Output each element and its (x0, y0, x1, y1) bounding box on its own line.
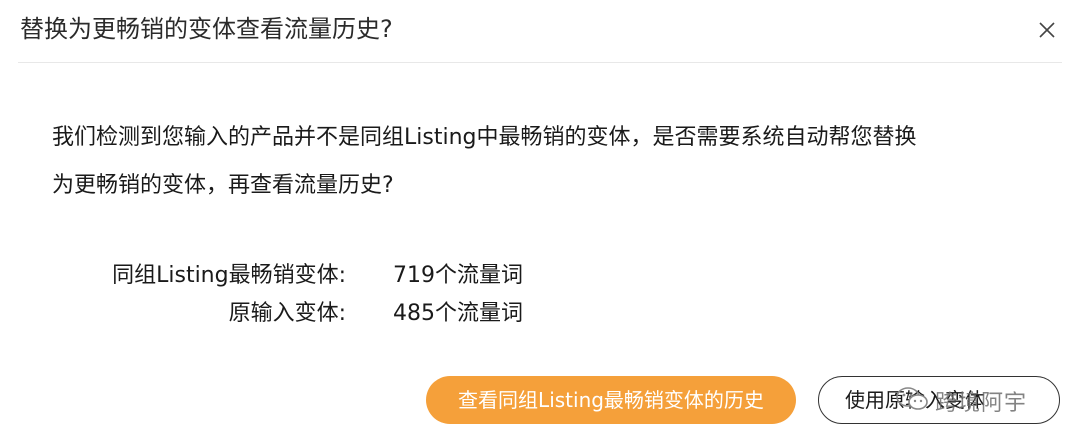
view-best-variant-history-button[interactable]: 查看同组Listing最畅销变体的历史 (426, 376, 796, 424)
message-line-2: 为更畅销的变体，再查看流量历史? (52, 173, 394, 198)
variant-stats: 同组Listing最畅销变体: 719个流量词 原输入变体: 485个流量词 (0, 257, 1080, 333)
stat-row-best-variant: 同组Listing最畅销变体: 719个流量词 (0, 257, 1080, 295)
stat-row-original-variant: 原输入变体: 485个流量词 (0, 295, 1080, 333)
close-icon[interactable] (1038, 21, 1056, 39)
use-original-variant-button[interactable]: 使用原输入变体 (818, 376, 1060, 424)
replace-variant-dialog: 替换为更畅销的变体查看流量历史? 我们检测到您输入的产品并不是同组Listing… (0, 0, 1080, 448)
dialog-title: 替换为更畅销的变体查看流量历史? (20, 15, 393, 43)
dialog-message: 我们检测到您输入的产品并不是同组Listing中最畅销的变体，是否需要系统自动帮… (52, 114, 1027, 210)
stat-label: 同组Listing最畅销变体: (112, 263, 346, 288)
stat-value: 719个流量词 (393, 263, 523, 288)
stat-value: 485个流量词 (393, 301, 523, 326)
dialog-header: 替换为更畅销的变体查看流量历史? (18, 0, 1062, 63)
message-line-1: 我们检测到您输入的产品并不是同组Listing中最畅销的变体，是否需要系统自动帮… (52, 125, 917, 150)
stat-label: 原输入变体: (228, 301, 346, 326)
